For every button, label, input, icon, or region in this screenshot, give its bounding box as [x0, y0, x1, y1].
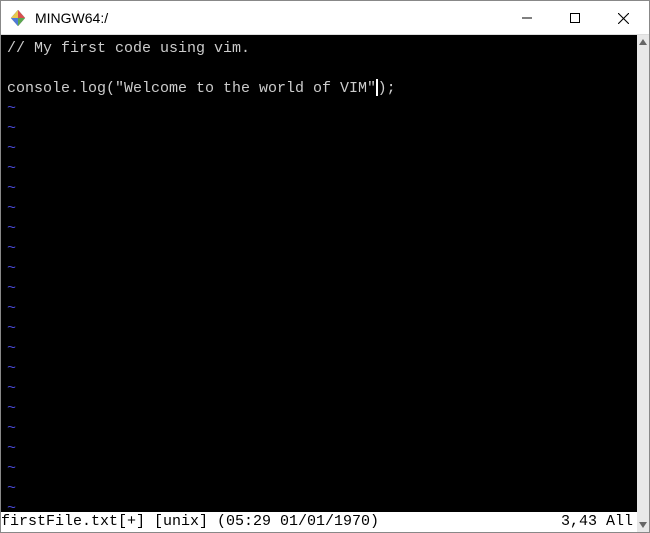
scroll-up-arrow[interactable] [637, 35, 649, 49]
empty-line-tilde: ~ [7, 139, 631, 159]
empty-line-tilde: ~ [7, 99, 631, 119]
empty-line-tilde: ~ [7, 399, 631, 419]
status-right: 3,43 All [561, 512, 633, 532]
empty-line-tilde: ~ [7, 279, 631, 299]
empty-line-tilde: ~ [7, 419, 631, 439]
empty-line-tilde: ~ [7, 479, 631, 499]
vim-statusbar: firstFile.txt[+] [unix] (05:29 01/01/197… [1, 512, 637, 532]
code-line: // My first code using vim. [7, 39, 631, 59]
empty-line-tilde: ~ [7, 379, 631, 399]
empty-line-tilde: ~ [7, 439, 631, 459]
empty-line-tilde: ~ [7, 459, 631, 479]
terminal-window: MINGW64:/ // My first code using vim. con… [0, 0, 650, 533]
close-button[interactable] [599, 1, 647, 35]
titlebar-left: MINGW64:/ [9, 9, 108, 27]
status-left: firstFile.txt[+] [unix] (05:29 01/01/197… [1, 512, 379, 532]
empty-line-tilde: ~ [7, 259, 631, 279]
empty-line-tilde: ~ [7, 319, 631, 339]
code-line [7, 59, 631, 79]
empty-line-tilde: ~ [7, 339, 631, 359]
empty-line-tilde: ~ [7, 299, 631, 319]
empty-line-tilde: ~ [7, 239, 631, 259]
empty-line-tilde: ~ [7, 159, 631, 179]
scroll-down-arrow[interactable] [637, 518, 649, 532]
terminal-area: // My first code using vim. console.log("… [1, 35, 649, 532]
mingw-icon [9, 9, 27, 27]
minimize-button[interactable] [503, 1, 551, 35]
empty-line-tilde: ~ [7, 179, 631, 199]
scrollbar[interactable] [637, 35, 649, 532]
titlebar[interactable]: MINGW64:/ [1, 1, 649, 35]
empty-line-tilde: ~ [7, 219, 631, 239]
window-controls [503, 1, 647, 34]
empty-line-tilde: ~ [7, 199, 631, 219]
vim-editor[interactable]: // My first code using vim. console.log("… [1, 35, 637, 532]
empty-line-tilde: ~ [7, 359, 631, 379]
window-title: MINGW64:/ [35, 10, 108, 26]
scroll-track[interactable] [637, 49, 649, 518]
code-line: console.log("Welcome to the world of VIM… [7, 79, 631, 99]
maximize-button[interactable] [551, 1, 599, 35]
empty-line-tilde: ~ [7, 119, 631, 139]
